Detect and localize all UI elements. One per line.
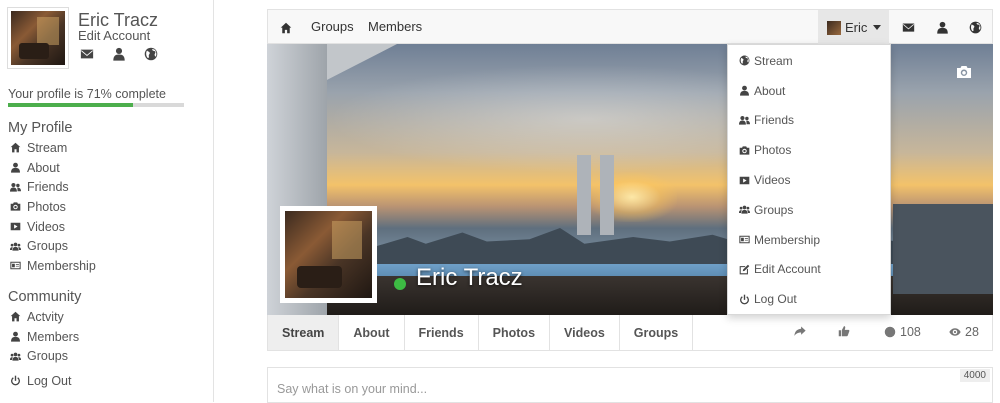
edit-account-link[interactable]: Edit Account (78, 28, 150, 43)
sidebar-item-logout[interactable]: Log Out (10, 371, 79, 391)
sidebar-item-groups-community[interactable]: Groups (10, 346, 79, 366)
nav-link-members[interactable]: Members (368, 19, 422, 34)
user-icon (739, 85, 750, 96)
user-menu-label: Eric (845, 20, 868, 35)
groups-icon (739, 204, 750, 215)
sidebar: Eric Tracz Edit Account Your profile is … (0, 0, 214, 402)
user-icon (10, 331, 21, 342)
cover-user-name: Eric Tracz (416, 264, 523, 291)
sidebar-item-photos[interactable]: Photos (10, 197, 96, 217)
user-menu-toggle[interactable]: Eric (818, 10, 889, 45)
status-input[interactable] (268, 368, 992, 402)
sidebar-item-about[interactable]: About (10, 158, 96, 178)
char-limit-badge: 4000 (959, 369, 990, 382)
membership-icon (10, 260, 21, 271)
dropdown-item-logout[interactable]: Log Out (728, 284, 890, 314)
tab-groups[interactable]: Groups (620, 315, 694, 350)
friends-icon (10, 182, 21, 193)
views-count[interactable]: 28 (949, 325, 979, 339)
dropdown-item-friends[interactable]: Friends (728, 106, 890, 136)
tab-about[interactable]: About (339, 315, 405, 350)
dropdown-item-photos[interactable]: Photos (728, 135, 890, 165)
envelope-icon[interactable] (80, 47, 94, 61)
eye-icon (949, 326, 961, 338)
groups-icon (10, 241, 21, 252)
user-icon (10, 162, 21, 173)
video-icon (739, 175, 750, 186)
like-icon[interactable] (838, 325, 854, 337)
dropdown-item-groups[interactable]: Groups (728, 195, 890, 225)
tab-videos[interactable]: Videos (550, 315, 620, 350)
tab-stream[interactable]: Stream (268, 315, 340, 350)
sidebar-item-groups[interactable]: Groups (10, 236, 96, 256)
dropdown-item-videos[interactable]: Videos (728, 165, 890, 195)
share-icon[interactable] (794, 325, 810, 337)
profile-tabs: Stream About Friends Photos Videos Group… (267, 315, 993, 351)
status-composer: 4000 (267, 367, 993, 403)
power-icon (739, 294, 750, 305)
power-icon (10, 375, 21, 386)
friends-icon (739, 115, 750, 126)
community-heading: Community (8, 289, 82, 305)
user-icon[interactable] (936, 21, 949, 34)
user-icon[interactable] (112, 47, 126, 61)
sidebar-item-friends[interactable]: Friends (10, 177, 96, 197)
membership-icon (739, 234, 750, 245)
sidebar-item-stream[interactable]: Stream (10, 138, 96, 158)
groups-icon (10, 351, 21, 362)
nav-link-groups[interactable]: Groups (311, 19, 354, 34)
camera-icon (10, 201, 21, 212)
dropdown-item-about[interactable]: About (728, 76, 890, 106)
circle-icon (884, 326, 896, 338)
envelope-icon[interactable] (902, 21, 915, 34)
camera-icon (739, 145, 750, 156)
tab-friends[interactable]: Friends (405, 315, 479, 350)
user-avatar-mini (827, 20, 841, 35)
camera-icon[interactable] (955, 64, 973, 80)
user-dropdown-menu: Stream About Friends Photos Videos Group… (727, 44, 891, 315)
home-icon (10, 142, 21, 153)
dropdown-item-membership[interactable]: Membership (728, 225, 890, 255)
sidebar-item-videos[interactable]: Videos (10, 217, 96, 237)
sidebar-item-membership[interactable]: Membership (10, 256, 96, 276)
home-icon[interactable] (280, 21, 292, 39)
globe-icon[interactable] (144, 47, 158, 61)
tab-photos[interactable]: Photos (479, 315, 551, 350)
my-profile-heading: My Profile (8, 120, 73, 136)
sidebar-quick-icons (80, 47, 158, 61)
profile-picture[interactable] (280, 206, 377, 303)
globe-icon[interactable] (969, 21, 982, 34)
top-navbar: Groups Members Eric (267, 9, 993, 45)
online-status-indicator (394, 278, 406, 290)
community-menu: Actvity Members Groups Log Out (10, 307, 79, 391)
sidebar-item-members[interactable]: Members (10, 327, 79, 347)
comments-count[interactable]: 108 (884, 325, 921, 339)
avatar[interactable] (7, 7, 69, 69)
globe-icon (739, 55, 750, 66)
profile-progress-text: Your profile is 71% complete (8, 87, 166, 101)
profile-progress-bar (8, 103, 184, 107)
video-icon (10, 221, 21, 232)
home-icon (10, 311, 21, 322)
sidebar-item-activity[interactable]: Actvity (10, 307, 79, 327)
profile-progress-fill (8, 103, 133, 107)
dropdown-item-edit-account[interactable]: Edit Account (728, 255, 890, 285)
dropdown-item-stream[interactable]: Stream (728, 46, 890, 76)
my-profile-menu: Stream About Friends Photos Videos Group… (10, 138, 96, 276)
caret-down-icon (873, 25, 882, 30)
edit-icon (739, 264, 750, 275)
